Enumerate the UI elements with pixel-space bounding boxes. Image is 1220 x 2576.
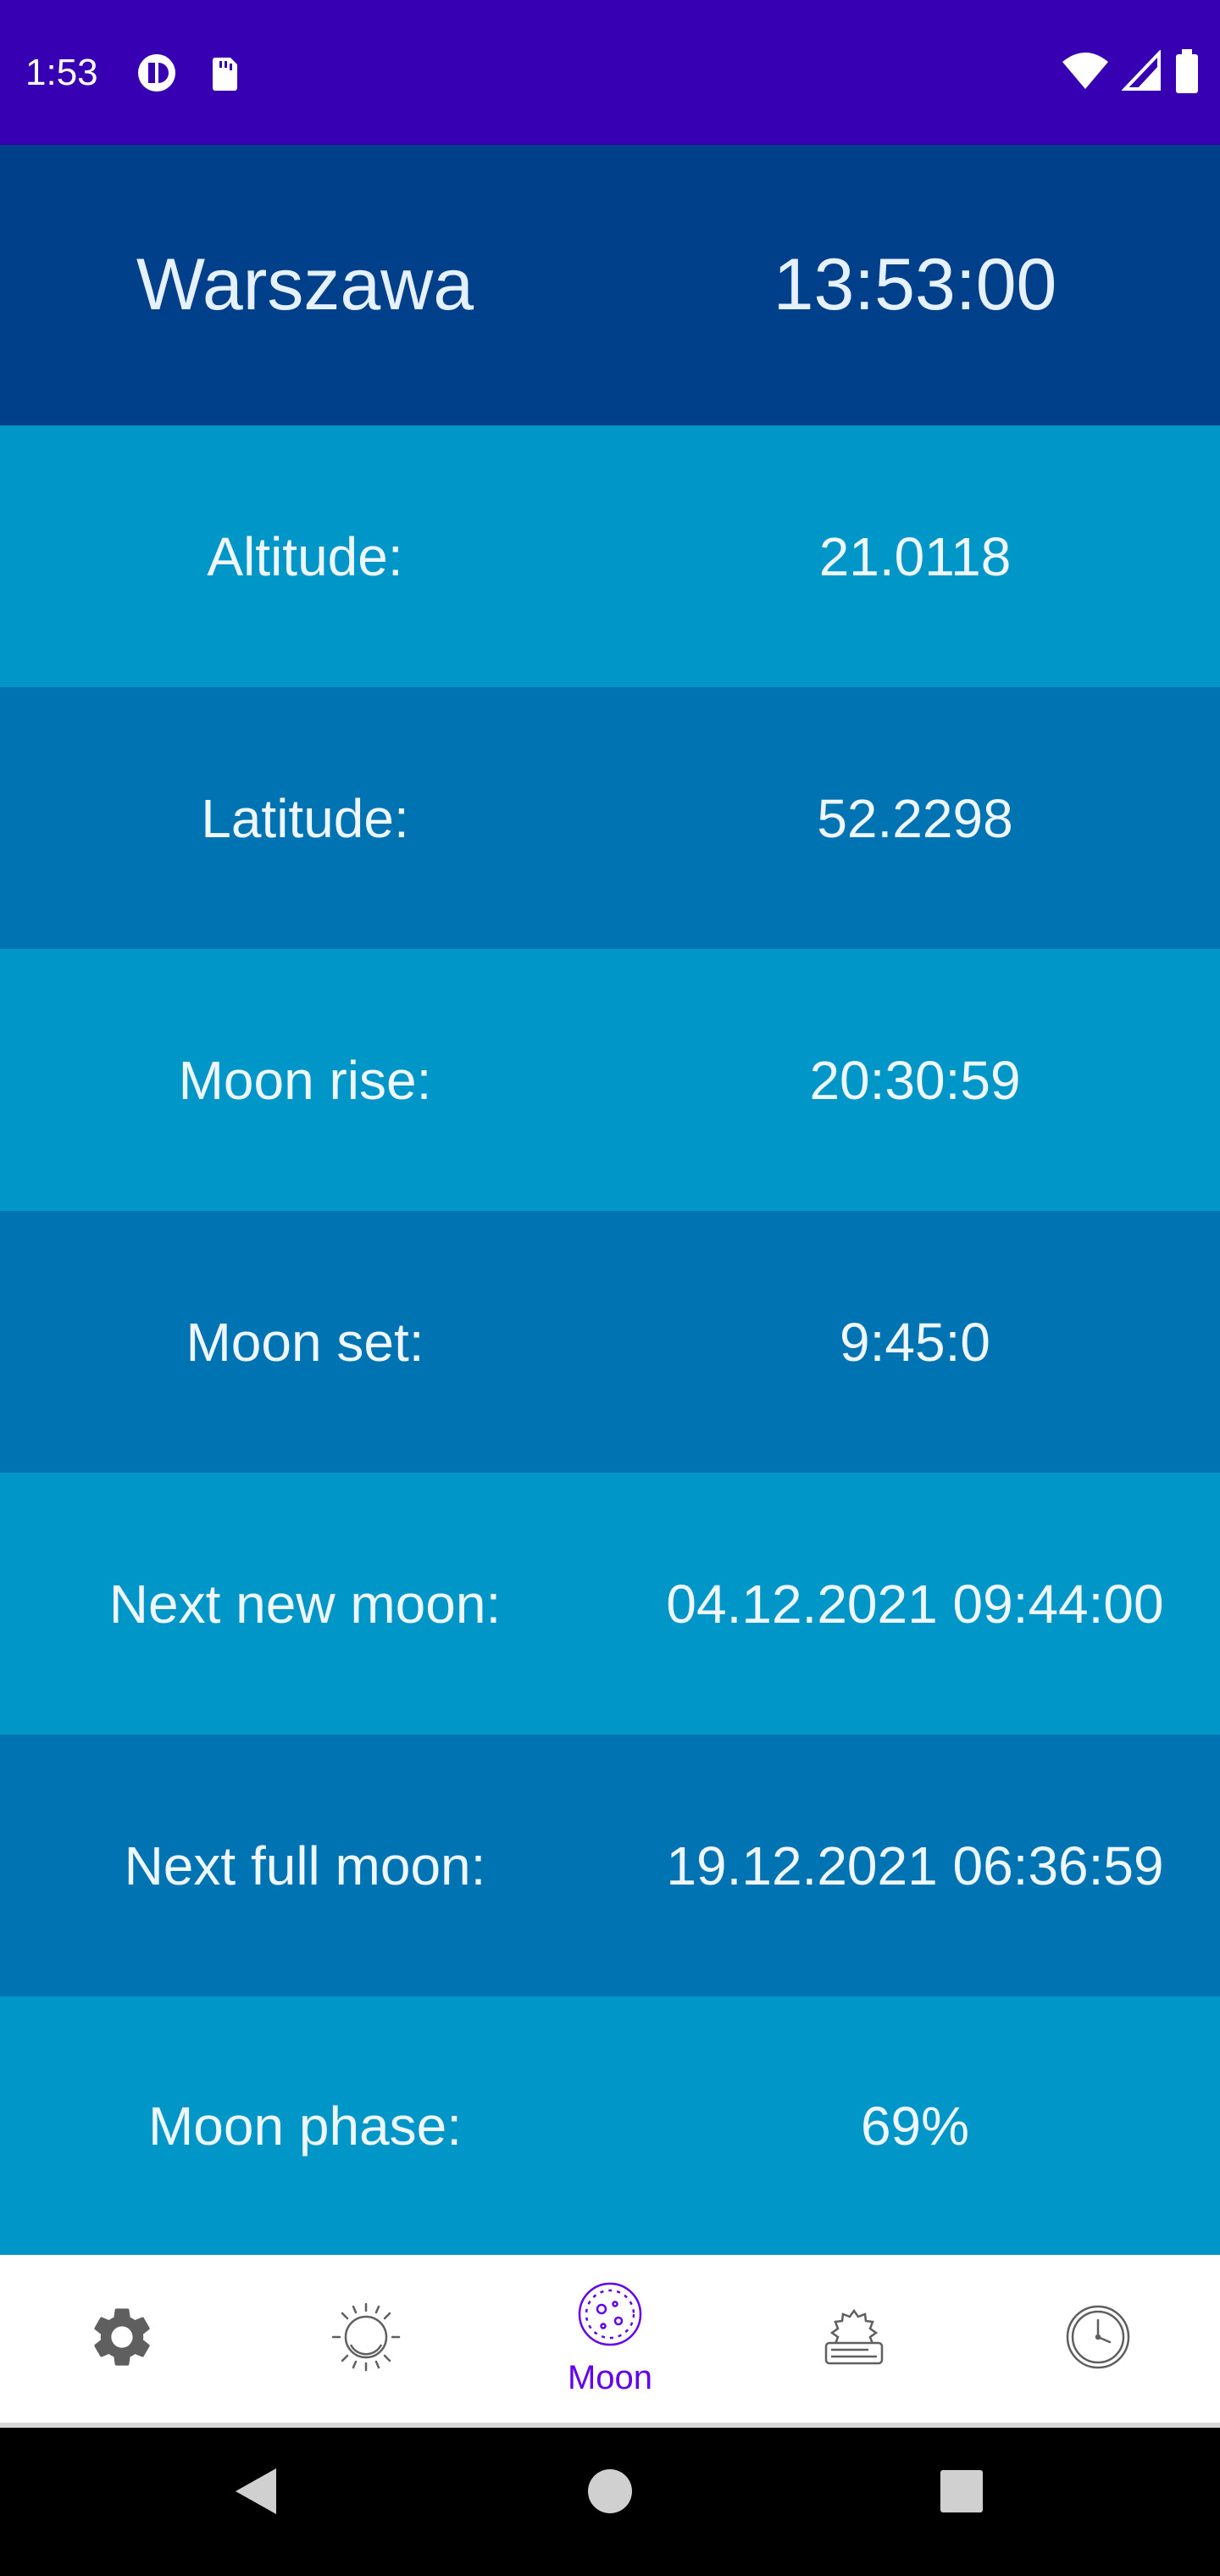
row-label: Latitude: [201, 787, 409, 849]
row-value: 19.12.2021 06:36:59 [666, 1835, 1164, 1896]
row-value: 04.12.2021 09:44:00 [666, 1573, 1164, 1635]
row-value: 20:30:59 [809, 1049, 1021, 1111]
city-name: Warszawa [136, 244, 474, 325]
home-icon[interactable] [585, 2462, 635, 2525]
status-time: 1:53 [25, 52, 98, 93]
moon-phase-row: Moon phase: 69% [0, 1996, 1220, 2255]
row-value: 21.0118 [818, 525, 1012, 587]
back-icon[interactable] [229, 2462, 281, 2525]
row-label: Moon set: [186, 1311, 424, 1373]
location-header: Warszawa 13:53:00 [0, 145, 1220, 425]
next-full-moon-row: Next full moon: 19.12.2021 06:36:59 [0, 1735, 1220, 1996]
moon-rise-row: Moon rise: 20:30:59 [0, 949, 1220, 1211]
current-time: 13:53:00 [773, 244, 1057, 325]
bottom-navigation: Moon [0, 2255, 1220, 2428]
gear-icon [86, 2301, 158, 2377]
nav-settings[interactable] [0, 2255, 244, 2423]
row-label: Moon rise: [178, 1049, 432, 1111]
row-value: 9:45:0 [840, 1311, 990, 1373]
row-label: Altitude: [207, 525, 403, 587]
altitude-row: Altitude: 21.0118 [0, 425, 1220, 687]
sd-card-icon [203, 49, 246, 97]
row-value: 69% [860, 2095, 970, 2157]
status-bar: 1:53 [0, 0, 1220, 145]
clock-icon [1064, 2303, 1132, 2375]
moon-set-row: Moon set: 9:45:0 [0, 1211, 1220, 1473]
latitude-row: Latitude: 52.2298 [0, 687, 1220, 949]
cell-signal-icon [1121, 48, 1162, 97]
moon-icon [576, 2280, 644, 2352]
weather-icon [818, 2301, 890, 2378]
system-navigation-bar [0, 2428, 1220, 2576]
nav-moon[interactable]: Moon [488, 2255, 732, 2423]
app-notification-icon [136, 49, 178, 97]
nav-moon-label: Moon [567, 2359, 653, 2396]
battery-icon [1174, 47, 1200, 99]
nav-weather[interactable] [732, 2255, 976, 2423]
nav-clock[interactable] [976, 2255, 1220, 2423]
row-label: Moon phase: [147, 2095, 463, 2157]
next-new-moon-row: Next new moon: 04.12.2021 09:44:00 [0, 1473, 1220, 1735]
recents-icon[interactable] [937, 2462, 986, 2525]
sun-icon [330, 2301, 402, 2378]
row-label: Next full moon: [124, 1835, 486, 1896]
nav-sun[interactable] [244, 2255, 488, 2423]
wifi-icon [1061, 50, 1110, 97]
row-label: Next new moon: [108, 1573, 502, 1635]
row-value: 52.2298 [817, 787, 1013, 849]
